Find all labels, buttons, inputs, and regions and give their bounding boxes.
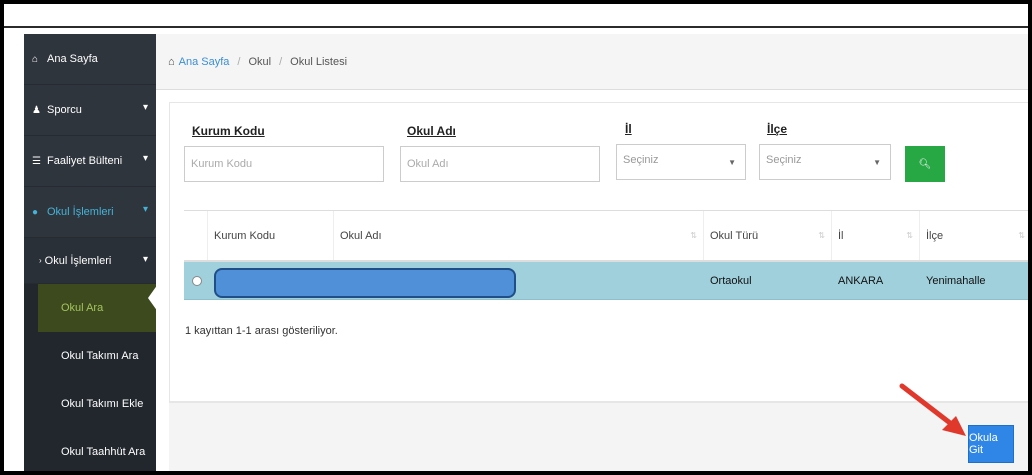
- annotation-arrow-icon: [899, 383, 966, 436]
- kurum-kodu-label: Kurum Kodu: [192, 124, 265, 138]
- active-indicator: [148, 284, 158, 312]
- ilce-select-value: Seçiniz: [766, 154, 802, 166]
- breadcrumb-separator: /: [237, 55, 241, 68]
- cell-il: ANKARA: [838, 274, 884, 287]
- sidebar-item-label: Ana Sayfa: [47, 53, 98, 65]
- redaction-bar: [214, 267, 516, 298]
- search-button[interactable]: 🔍︎: [905, 146, 945, 182]
- sidebar-item-label: Sporcu: [47, 104, 82, 116]
- sidebar: ⌂ Ana Sayfa ♟ Sporcu ▾ ☰ Faaliyet Bülten…: [24, 34, 156, 471]
- row-select-cell: [184, 262, 208, 299]
- chevron-down-icon: ▾: [142, 204, 148, 215]
- users-icon: ♟: [32, 104, 41, 116]
- table-row[interactable]: Ortaokul ANKARA Yenimahalle: [184, 262, 1028, 300]
- kurum-kodu-input[interactable]: Kurum Kodu: [184, 146, 384, 182]
- column-header-okul-adi[interactable]: Okul Adı ⇅: [334, 211, 704, 260]
- sort-icon: ⇅: [690, 231, 697, 240]
- top-strip: [4, 4, 1028, 28]
- sidebar-subitem-label: Okul İşlemleri: [44, 254, 112, 267]
- table-info: 1 kayıttan 1-1 arası gösteriliyor.: [185, 325, 338, 337]
- chevron-right-icon: ›: [39, 256, 42, 265]
- home-icon: ⌂: [32, 53, 39, 65]
- breadcrumb-home-link[interactable]: Ana Sayfa: [179, 56, 230, 68]
- breadcrumb-separator: /: [279, 55, 283, 68]
- sidebar-item-label: Faaliyet Bülteni: [47, 155, 123, 167]
- cell-okul-turu: Ortaokul: [710, 274, 752, 287]
- breadcrumb: ⌂ Ana Sayfa / Okul / Okul Listesi: [156, 34, 1028, 90]
- column-header-ilce[interactable]: İlçe ⇅: [920, 211, 1028, 260]
- okul-adi-label: Okul Adı: [407, 124, 456, 138]
- column-header-label: İl: [838, 229, 844, 242]
- sidebar-item-label: Okul İşlemleri: [47, 206, 114, 218]
- column-header-select: [184, 211, 208, 260]
- breadcrumb-level2: Okul Listesi: [290, 55, 348, 68]
- sidebar-leaf-okul-takimi-ekle[interactable]: Okul Takımı Ekle: [24, 380, 156, 428]
- ilce-label: İlçe: [767, 122, 788, 136]
- sort-icon: ⇅: [818, 231, 825, 240]
- sidebar-item-sporcu[interactable]: ♟ Sporcu ▾: [24, 85, 156, 136]
- chevron-down-icon: ▾: [142, 254, 148, 265]
- cell-ilce: Yenimahalle: [926, 274, 986, 287]
- column-header-kurum-kodu[interactable]: Kurum Kodu: [208, 211, 334, 260]
- sidebar-item-okul-islemleri[interactable]: ● Okul İşlemleri ▾: [24, 187, 156, 238]
- chevron-down-icon: ▾: [142, 102, 148, 113]
- list-icon: ☰: [32, 155, 41, 167]
- il-label: İl: [625, 122, 632, 136]
- sidebar-leaf-okul-ara[interactable]: Okul Ara: [24, 284, 156, 332]
- column-header-label: İlçe: [926, 229, 944, 242]
- sort-icon: ⇅: [1018, 231, 1025, 240]
- caret-down-icon: ▼: [728, 158, 736, 167]
- sidebar-leaf-okul-takimi-ara[interactable]: Okul Takımı Ara: [24, 332, 156, 380]
- breadcrumb-level1[interactable]: Okul: [248, 56, 271, 68]
- results-table: Kurum Kodu Okul Adı ⇅ Okul Türü ⇅ İl ⇅ İ…: [184, 210, 1028, 300]
- redacted-cell: [208, 262, 704, 299]
- sidebar-item-ana-sayfa[interactable]: ⌂ Ana Sayfa: [24, 34, 156, 85]
- column-header-label: Kurum Kodu: [214, 229, 276, 242]
- column-header-label: Okul Adı: [340, 229, 382, 242]
- sidebar-subitem-okul-islemleri[interactable]: › Okul İşlemleri ▾: [24, 238, 156, 284]
- table-header: Kurum Kodu Okul Adı ⇅ Okul Türü ⇅ İl ⇅ İ…: [184, 210, 1028, 262]
- column-header-il[interactable]: İl ⇅: [832, 211, 920, 260]
- ilce-select[interactable]: Seçiniz ▼: [759, 144, 891, 180]
- home-icon: ⌂: [168, 55, 175, 68]
- caret-down-icon: ▼: [873, 158, 881, 167]
- search-icon: 🔍︎: [918, 158, 932, 170]
- sort-icon: ⇅: [906, 231, 913, 240]
- column-header-okul-turu[interactable]: Okul Türü ⇅: [704, 211, 832, 260]
- sidebar-item-faaliyet-bulteni[interactable]: ☰ Faaliyet Bülteni ▾: [24, 136, 156, 187]
- row-radio[interactable]: [192, 275, 202, 286]
- sidebar-leaf-okul-taahhut-ara[interactable]: Okul Taahhüt Ara: [24, 428, 156, 471]
- okula-git-button[interactable]: Okula Git: [968, 425, 1014, 463]
- chevron-down-icon: ▾: [142, 153, 148, 164]
- il-select-value: Seçiniz: [623, 154, 659, 166]
- window-frame: ⌂ Ana Sayfa ♟ Sporcu ▾ ☰ Faaliyet Bülten…: [0, 0, 1032, 475]
- globe-icon: ●: [32, 206, 39, 218]
- column-header-label: Okul Türü: [710, 229, 759, 242]
- okul-adi-input[interactable]: Okul Adı: [400, 146, 600, 182]
- il-select[interactable]: Seçiniz ▼: [616, 144, 746, 180]
